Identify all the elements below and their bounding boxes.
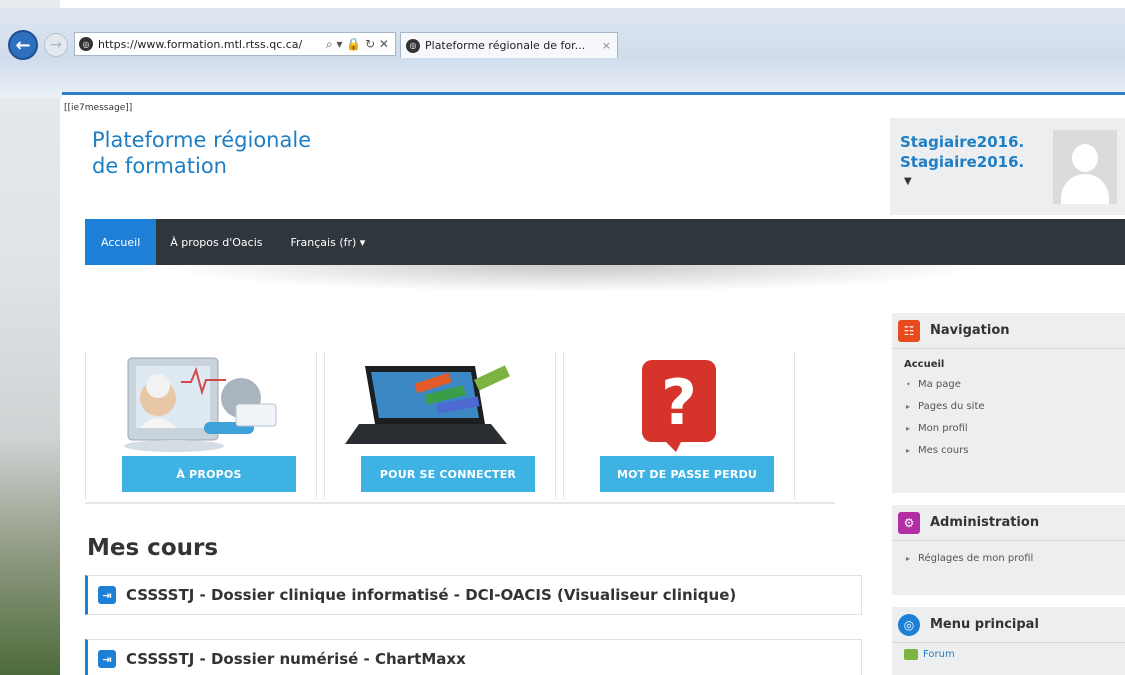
- address-text[interactable]: https://www.formation.mtl.rtss.qc.ca/: [98, 38, 326, 51]
- tile-apropos[interactable]: À PROPOS: [85, 352, 317, 499]
- course-item[interactable]: ⇥ CSSSSTJ - Dossier numérisé - ChartMaxx: [85, 639, 862, 675]
- navigation-block-title: Navigation: [930, 323, 1010, 338]
- arrow-right-icon: →: [50, 37, 62, 53]
- course-title[interactable]: CSSSSTJ - Dossier clinique informatisé -…: [126, 586, 736, 604]
- browser-tab[interactable]: ◎ Plateforme régionale de for... ×: [400, 32, 618, 58]
- expand-arrow-icon[interactable]: ▸: [906, 554, 918, 563]
- nav-link-label[interactable]: Ma page: [918, 379, 961, 390]
- forward-button[interactable]: →: [44, 33, 68, 57]
- address-actions[interactable]: ⌕ ▾ 🔒 ↻ ✕: [326, 37, 395, 52]
- nav-link-label[interactable]: Pages du site: [918, 401, 985, 412]
- forum-icon: [904, 649, 918, 660]
- expand-arrow-icon[interactable]: ▸: [906, 446, 918, 455]
- enter-course-icon: ⇥: [98, 586, 116, 604]
- tile-se-connecter[interactable]: POUR SE CONNECTER: [324, 352, 556, 499]
- navigation-block-body: Accueil • Ma page ▸ Pages du site ▸ Mon pro…: [892, 349, 1125, 467]
- expand-arrow-icon[interactable]: ▸: [906, 424, 918, 433]
- user-name[interactable]: Stagiaire2016. Stagiaire2016.: [900, 132, 1040, 172]
- administration-block-title: Administration: [930, 515, 1040, 530]
- admin-link-label[interactable]: Réglages de mon profil: [918, 553, 1033, 564]
- svg-text:?: ?: [661, 366, 697, 439]
- forum-link[interactable]: Forum: [904, 649, 1113, 660]
- compass-icon: ◎: [898, 613, 920, 636]
- nav-root-accueil[interactable]: Accueil: [904, 359, 1113, 370]
- user-menu[interactable]: Stagiaire2016. Stagiaire2016. ▼: [890, 118, 1125, 215]
- navigation-block-header[interactable]: ☷ Navigation: [892, 313, 1125, 349]
- tile-apropos-label[interactable]: À PROPOS: [122, 456, 296, 492]
- course-title[interactable]: CSSSSTJ - Dossier numérisé - ChartMaxx: [126, 650, 466, 668]
- user-name-line1[interactable]: Stagiaire2016.: [900, 132, 1040, 152]
- ie7-message: [[ie7message]]: [64, 103, 133, 113]
- tiles-divider: [85, 502, 835, 504]
- nav-item-language[interactable]: Français (fr) ▾: [276, 219, 379, 265]
- tab-close-icon[interactable]: ×: [602, 39, 617, 52]
- question-mark-icon: ?: [564, 352, 794, 456]
- site-title-line1[interactable]: Plateforme régionale: [92, 127, 392, 153]
- nav-item-accueil[interactable]: Accueil: [85, 219, 157, 265]
- main-menu-block-body: Forum: [892, 643, 1125, 666]
- page-content: [[ie7message]] Plateforme régionale de f…: [62, 95, 1125, 675]
- expand-arrow-icon[interactable]: ▸: [906, 402, 918, 411]
- avatar-head-shape: [1072, 144, 1098, 172]
- laptop-books-icon: [325, 352, 555, 456]
- navbar-shadow: [122, 265, 1022, 295]
- tile-mot-de-passe-label[interactable]: MOT DE PASSE PERDU: [600, 456, 774, 492]
- main-menu-block-header[interactable]: ◎ Menu principal: [892, 607, 1125, 643]
- bullet-icon: •: [906, 379, 911, 389]
- gears-icon: ⚙: [898, 511, 920, 534]
- nav-link-label[interactable]: Mes cours: [918, 445, 968, 456]
- main-menu-block: ◎ Menu principal Forum: [892, 607, 1125, 675]
- tab-title: Plateforme régionale de for...: [425, 39, 586, 52]
- tile-mot-de-passe[interactable]: ? MOT DE PASSE PERDU: [563, 352, 795, 499]
- nav-link-mes-cours[interactable]: ▸ Mes cours: [904, 439, 1113, 461]
- nav-link-mon-profil[interactable]: ▸ Mon profil: [904, 417, 1113, 439]
- site-title[interactable]: Plateforme régionale de formation: [92, 127, 392, 179]
- nav-link-ma-page[interactable]: • Ma page: [904, 373, 1113, 395]
- user-name-line2[interactable]: Stagiaire2016.: [900, 152, 1040, 172]
- tile-se-connecter-label[interactable]: POUR SE CONNECTER: [361, 456, 535, 492]
- my-courses-heading: Mes cours: [87, 535, 219, 561]
- admin-link-reglages-profil[interactable]: ▸ Réglages de mon profil: [904, 547, 1113, 569]
- forum-link-label[interactable]: Forum: [923, 649, 955, 660]
- site-title-line2[interactable]: de formation: [92, 153, 392, 179]
- administration-block-header[interactable]: ⚙ Administration: [892, 505, 1125, 541]
- feature-tiles: À PROPOS POUR SE CONNECTER ? MOT DE PASS…: [85, 352, 835, 504]
- tab-favicon-icon: ◎: [406, 38, 420, 53]
- browser-window: ← → ◎ https://www.formation.mtl.rtss.qc.…: [0, 8, 1125, 675]
- avatar[interactable]: [1053, 130, 1117, 204]
- nav-link-pages-du-site[interactable]: ▸ Pages du site: [904, 395, 1113, 417]
- course-item[interactable]: ⇥ CSSSSTJ - Dossier clinique informatisé…: [85, 575, 862, 615]
- monitor-doctor-icon: [86, 352, 316, 456]
- nav-link-label[interactable]: Mon profil: [918, 423, 968, 434]
- site-favicon-icon: ◎: [79, 37, 93, 51]
- administration-block: ⚙ Administration ▸ Réglages de mon profil: [892, 505, 1125, 595]
- address-bar[interactable]: ◎ https://www.formation.mtl.rtss.qc.ca/ …: [74, 32, 396, 56]
- arrow-left-icon: ←: [15, 34, 31, 56]
- caret-down-icon[interactable]: ▼: [904, 176, 912, 187]
- nav-item-apropos-oacis[interactable]: À propos d'Oacis: [156, 219, 276, 265]
- administration-block-body: ▸ Réglages de mon profil: [892, 541, 1125, 575]
- main-navbar: Accueil À propos d'Oacis Français (fr) ▾: [85, 219, 1125, 265]
- enter-course-icon: ⇥: [98, 650, 116, 668]
- main-menu-block-title: Menu principal: [930, 617, 1039, 632]
- back-button[interactable]: ←: [8, 30, 38, 60]
- browser-toolbar: ← → ◎ https://www.formation.mtl.rtss.qc.…: [0, 8, 1125, 98]
- avatar-body-shape: [1061, 174, 1109, 204]
- navigation-block: ☷ Navigation Accueil • Ma page ▸ Pages du …: [892, 313, 1125, 493]
- sitemap-icon: ☷: [898, 319, 920, 342]
